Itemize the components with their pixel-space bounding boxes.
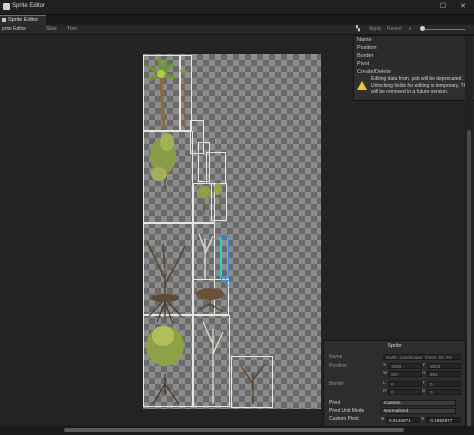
render-mode-icon[interactable]: ▚ [356, 26, 360, 32]
r-axis-label: R [383, 389, 387, 394]
tab-label: Sprite Editor [8, 17, 39, 23]
green-oak-sprite [146, 326, 184, 405]
resize-handle[interactable] [221, 234, 226, 239]
pivot-unit-dropdown[interactable]: Normalized [381, 408, 456, 414]
vertical-scroll-thumb[interactable] [467, 130, 471, 430]
zoom-slider-track[interactable] [425, 29, 465, 30]
pivot-label: Pivot [329, 400, 341, 406]
unity-icon [3, 3, 10, 10]
small-palm-sprite [179, 69, 189, 129]
window-title: Sprite Editor [12, 3, 46, 9]
width-field[interactable]: 257 [388, 371, 422, 377]
t-axis-label: T [422, 381, 425, 386]
name-label: Name [329, 354, 343, 360]
position-x-field[interactable]: 1690 [388, 363, 422, 369]
border-left-field[interactable]: 0 [388, 381, 422, 387]
birch-tree-sprite [198, 233, 214, 279]
sprite-properties-panel: Sprite Name Earth_Landscape_Trees_03_Fe … [323, 340, 466, 427]
sprite-panel-title: Sprite [387, 343, 402, 349]
pivot-unit-label: Pivot Unit Mode [329, 408, 365, 414]
mode-dropdown[interactable]: prite Editor [2, 26, 26, 32]
tab-sprite-editor[interactable]: Sprite Editor [0, 15, 46, 25]
height-field[interactable]: 884 [427, 371, 461, 377]
panel-row-position[interactable]: Position [357, 45, 377, 51]
tall-birch-sprite [202, 321, 224, 404]
leafy-tree-sprite [150, 133, 176, 190]
zoom-slider-knob[interactable] [420, 26, 425, 31]
close-icon[interactable]: ✕ [458, 2, 468, 12]
palm-tree-sprite [146, 57, 176, 129]
vertical-scrollbar[interactable] [465, 36, 473, 430]
b-axis-label: B [422, 389, 426, 394]
selection-outline [227, 237, 228, 279]
border-top-field[interactable]: 0 [427, 381, 461, 387]
warning-text: Editing data from .psb will be deprecate… [371, 76, 471, 95]
x-axis-label: X [383, 363, 387, 368]
pivot-handle[interactable] [225, 280, 231, 286]
selection-outline [220, 237, 222, 279]
sapling-sprite [197, 183, 222, 215]
horizontal-scrollbar[interactable] [0, 426, 474, 435]
pivot-dropdown[interactable]: Custom [381, 400, 456, 406]
bare-tree-sprite [146, 241, 186, 325]
slice-button[interactable]: Slice [46, 26, 57, 32]
bare-tree-small-sprite [240, 363, 266, 404]
deprecation-warning: Editing data from .psb will be deprecate… [354, 74, 472, 99]
w-axis-label: W [383, 371, 388, 376]
window-titlebar: Sprite Editor ☐ ✕ [0, 0, 474, 15]
border-right-field[interactable]: 0 [388, 389, 422, 395]
pivot-y-axis-label: Y [421, 417, 425, 422]
custom-pivot-x-field[interactable]: 0.9146971 [386, 417, 420, 423]
maximize-icon[interactable]: ☐ [438, 2, 448, 12]
trim-button[interactable]: Trim [67, 26, 77, 32]
root-tree-sprite [196, 288, 224, 313]
tab-bar: Sprite Editor [0, 15, 474, 25]
sprite-editor-icon [2, 18, 6, 22]
y-axis-label: Y [422, 363, 426, 368]
toolbar: prite Editor Slice Trim ▚ Apply Revert ◐ [0, 25, 474, 35]
pivot-x-axis-label: X [381, 417, 385, 422]
apply-button[interactable]: Apply [369, 26, 382, 32]
panel-row-name[interactable]: Name [357, 37, 372, 43]
warning-icon [357, 81, 367, 90]
position-y-field[interactable]: 3023 [427, 363, 461, 369]
l-axis-label: L [383, 381, 386, 386]
horizontal-scroll-thumb[interactable] [64, 428, 404, 432]
panel-row-pivot[interactable]: Pivot [357, 61, 369, 67]
border-bottom-field[interactable]: 0 [427, 389, 461, 395]
alpha-icon[interactable]: ◐ [409, 26, 412, 32]
sprite-artwork [146, 57, 266, 405]
custom-pivot-y-field[interactable]: -0.1882877 [426, 417, 461, 423]
name-field[interactable]: Earth_Landscape_Trees_03_Fe [383, 354, 461, 360]
h-axis-label: H [422, 371, 426, 376]
border-label: Border [329, 381, 345, 387]
position-label: Position [329, 363, 347, 369]
revert-button[interactable]: Revert [387, 26, 402, 32]
custom-pivot-label: Custom Pivot [329, 416, 359, 422]
panel-row-border[interactable]: Border [357, 53, 374, 59]
